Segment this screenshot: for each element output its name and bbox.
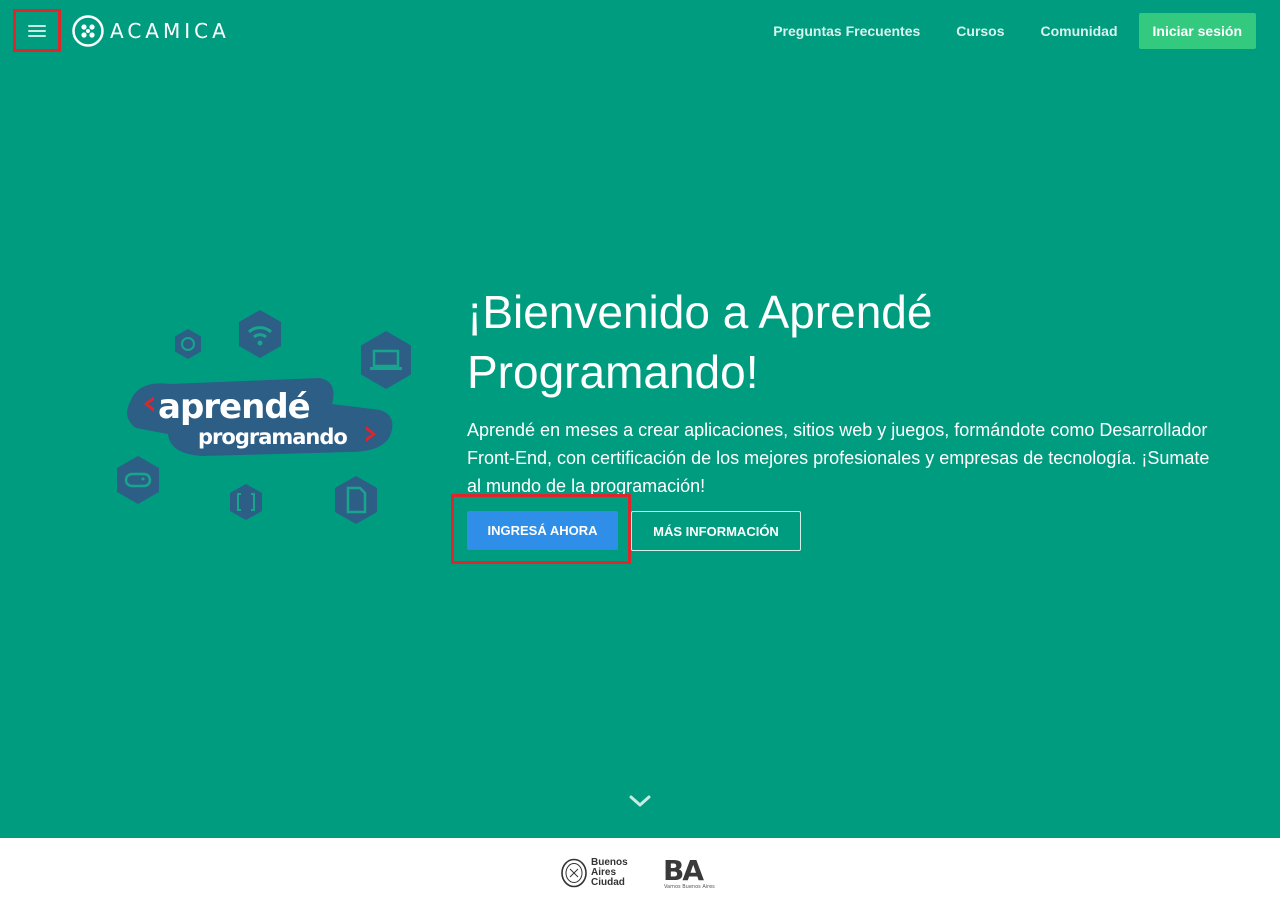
brackets-icon [230, 484, 262, 520]
brand-name: ACAMICA [110, 19, 230, 43]
top-navbar: ACAMICA Preguntas Frecuentes Cursos Comu… [0, 0, 1280, 64]
cta-group: INGRESÁ AHORA MÁS INFORMACIÓN [451, 494, 811, 564]
svg-text:BA: BA [663, 856, 704, 887]
svg-text:aprendé: aprendé [158, 387, 310, 427]
html-file-icon [335, 476, 377, 524]
more-info-button[interactable]: MÁS INFORMACIÓN [631, 511, 801, 551]
hero-description: Aprendé en meses a crear aplicaciones, s… [467, 420, 1210, 496]
nav-link-community[interactable]: Comunidad [1041, 23, 1118, 39]
enter-now-button[interactable]: INGRESÁ AHORA [467, 511, 618, 550]
aprende-programando-logo: aprendé programando [127, 378, 393, 456]
login-button[interactable]: Iniciar sesión [1138, 13, 1256, 49]
main-nav: Preguntas Frecuentes Cursos Comunidad In… [773, 13, 1256, 49]
menu-button[interactable] [13, 9, 61, 52]
acamica-logo-icon [72, 15, 104, 47]
city-seal-icon [561, 858, 587, 888]
sync-icon [175, 329, 201, 359]
wifi-icon [239, 310, 281, 358]
laptop-icon [361, 331, 411, 389]
nav-link-courses[interactable]: Cursos [956, 23, 1004, 39]
city-logo-text: Buenos Aires Ciudad [591, 857, 628, 888]
svg-text:Vamos Buenos Aires: Vamos Buenos Aires [664, 884, 715, 890]
acamica-logo[interactable]: ACAMICA [72, 15, 230, 47]
aprende-programando-illustration: aprendé programando [117, 310, 411, 524]
hero-section: ¡Bienvenido a Aprendé Programando! Apren… [467, 282, 1227, 500]
nav-link-faq[interactable]: Preguntas Frecuentes [773, 23, 920, 39]
buenos-aires-ciudad-logo: Buenos Aires Ciudad [561, 858, 628, 888]
chevron-down-icon[interactable] [628, 792, 652, 810]
menu-icon [28, 24, 46, 37]
hero-title: ¡Bienvenido a Aprendé Programando! [467, 286, 933, 398]
footer-sponsors: Buenos Aires Ciudad BA Vamos Buenos Aire… [0, 838, 1280, 908]
vamos-buenos-aires-logo: BA Vamos Buenos Aires [663, 856, 715, 890]
gamepad-icon [117, 456, 159, 504]
svg-text:programando: programando [198, 425, 347, 449]
